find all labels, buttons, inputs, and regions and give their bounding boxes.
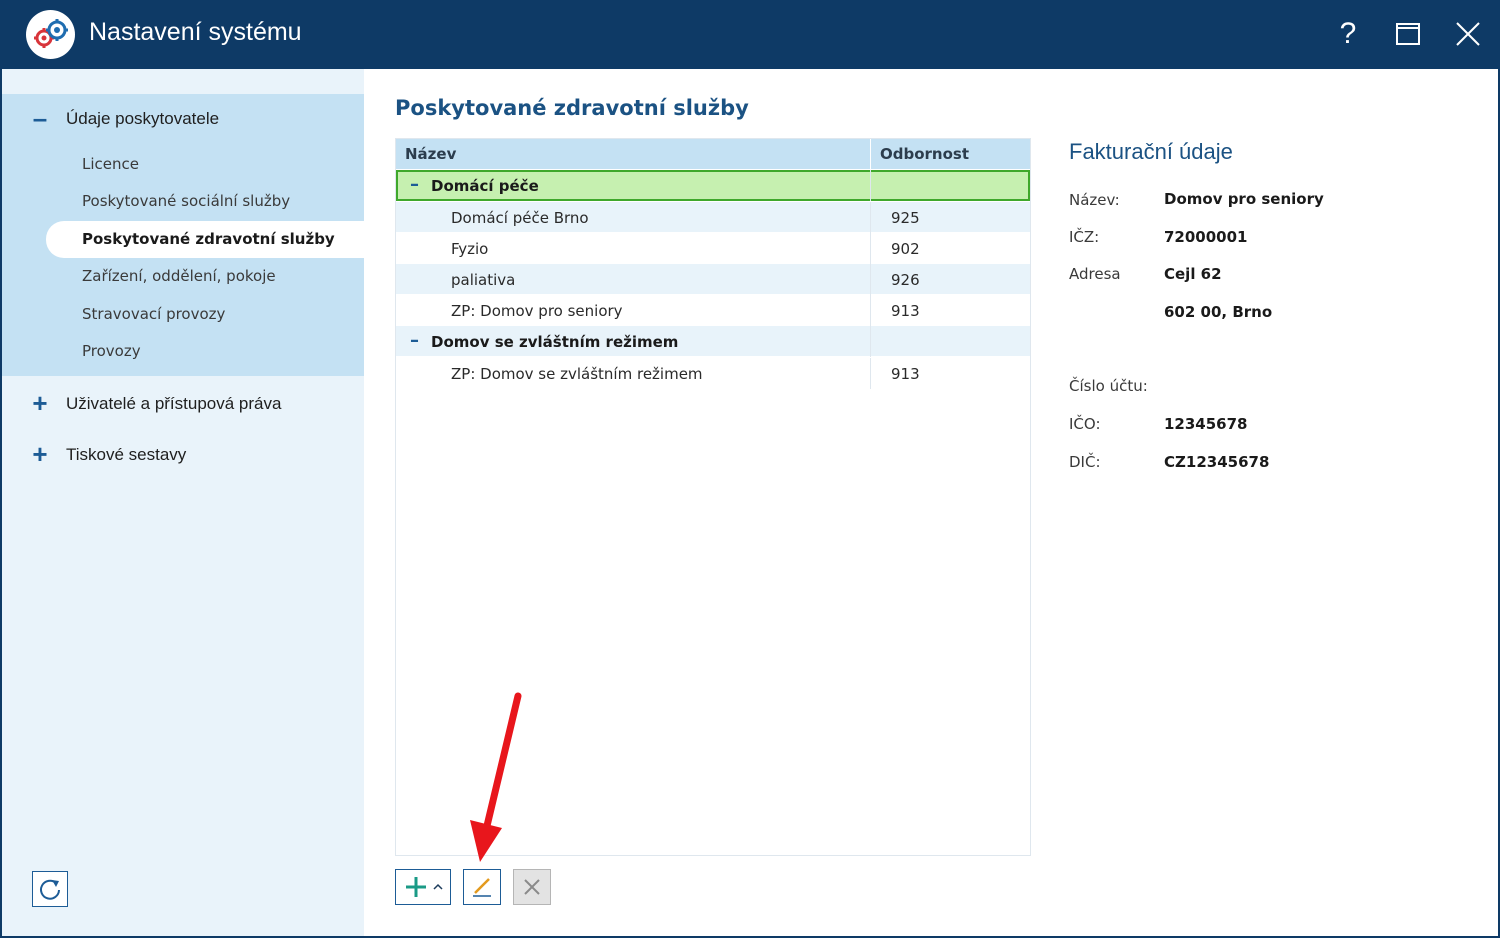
sidebar-item-facilities[interactable]: Zařízení, oddělení, pokoje — [46, 258, 364, 295]
close-window-button[interactable] — [1450, 16, 1486, 52]
table-row[interactable]: Domácí péče Brno 925 — [396, 202, 1030, 233]
group-name: Domácí péče — [431, 177, 539, 195]
refresh-button[interactable] — [32, 871, 68, 907]
help-button[interactable]: ? — [1330, 16, 1366, 52]
title-bar: Nastavení systému ? — [0, 0, 1500, 69]
sidebar-group-header-users[interactable]: + Uživatelé a přístupová práva — [2, 390, 364, 421]
sidebar-item-health-services[interactable]: Poskytované zdravotní služby — [46, 221, 364, 258]
billing-icz-value: 72000001 — [1164, 228, 1248, 246]
plus-icon — [406, 877, 443, 897]
group-name: Domov se zvláštním režimem — [431, 333, 679, 351]
collapse-minus-icon[interactable]: – — [410, 174, 419, 195]
collapse-minus-icon[interactable]: – — [30, 105, 50, 131]
row-name: Fyzio — [451, 240, 489, 258]
collapse-minus-icon[interactable]: – — [410, 330, 419, 351]
billing-account-label: Číslo účtu: — [1069, 377, 1148, 395]
billing-ico-value: 12345678 — [1164, 415, 1248, 433]
table-header: Název Odbornost — [396, 139, 1030, 169]
column-header-specialty[interactable]: Odbornost — [880, 145, 969, 163]
column-header-name[interactable]: Název — [405, 145, 456, 163]
maximize-icon — [1396, 23, 1420, 45]
sidebar-item-operations[interactable]: Provozy — [46, 333, 364, 370]
table-group-row[interactable]: – Domov se zvláštním režimem — [396, 326, 1030, 357]
row-name: paliativa — [451, 271, 516, 289]
billing-name-value: Domov pro seniory — [1164, 190, 1324, 208]
row-specialty: 926 — [891, 271, 920, 289]
settings-gears-icon — [26, 10, 75, 59]
edit-button[interactable] — [463, 869, 501, 905]
window-title: Nastavení systému — [89, 18, 302, 46]
row-name: ZP: Domov pro seniory — [451, 302, 623, 320]
delete-button[interactable] — [513, 869, 551, 905]
refresh-icon — [40, 879, 60, 900]
close-icon — [524, 879, 540, 895]
billing-dic-value: CZ12345678 — [1164, 453, 1270, 471]
page-title: Poskytované zdravotní služby — [395, 96, 749, 120]
table-row[interactable]: ZP: Domov se zvláštním režimem 913 — [396, 358, 1030, 389]
row-name: Domácí péče Brno — [451, 209, 589, 227]
billing-name-label: Název: — [1069, 191, 1120, 209]
billing-address-line2: 602 00, Brno — [1164, 303, 1273, 321]
billing-title: Fakturační údaje — [1069, 139, 1233, 164]
table-row[interactable]: Fyzio 902 — [396, 233, 1030, 264]
sidebar-item-catering[interactable]: Stravovací provozy — [46, 296, 364, 333]
billing-address-line1: Cejl 62 — [1164, 265, 1222, 283]
expand-plus-icon[interactable]: + — [30, 390, 50, 416]
sidebar-item-social-services[interactable]: Poskytované sociální služby — [46, 183, 364, 220]
billing-address-label: Adresa — [1069, 265, 1121, 283]
table-row[interactable]: paliativa 926 — [396, 264, 1030, 295]
sidebar-group-provider: – Údaje poskytovatele Licence Poskytovan… — [2, 94, 364, 376]
billing-dic-label: DIČ: — [1069, 453, 1101, 471]
pencil-icon — [473, 878, 491, 897]
sidebar-group-label: Uživatelé a přístupová práva — [66, 394, 282, 413]
billing-ico-label: IČO: — [1069, 415, 1101, 433]
annotation-arrow — [470, 692, 522, 862]
sidebar-item-licence[interactable]: Licence — [46, 146, 364, 183]
add-button[interactable] — [395, 869, 451, 905]
expand-plus-icon[interactable]: + — [30, 441, 50, 467]
row-specialty: 913 — [891, 302, 920, 320]
row-specialty: 902 — [891, 240, 920, 258]
close-icon — [1456, 22, 1480, 46]
sidebar: – Údaje poskytovatele Licence Poskytovan… — [2, 69, 364, 936]
maximize-button[interactable] — [1390, 16, 1426, 52]
sidebar-group-header-reports[interactable]: + Tiskové sestavy — [2, 441, 364, 472]
row-specialty: 925 — [891, 209, 920, 227]
billing-icz-label: IČZ: — [1069, 228, 1100, 246]
row-specialty: 913 — [891, 365, 920, 383]
sidebar-group-header-provider[interactable]: – Údaje poskytovatele — [2, 105, 364, 136]
sidebar-group-label: Tiskové sestavy — [66, 445, 187, 464]
row-name: ZP: Domov se zvláštním režimem — [451, 365, 703, 383]
table-row[interactable]: ZP: Domov pro seniory 913 — [396, 295, 1030, 326]
sidebar-group-label: Údaje poskytovatele — [66, 109, 220, 128]
table-group-row[interactable]: – Domácí péče — [396, 170, 1030, 201]
